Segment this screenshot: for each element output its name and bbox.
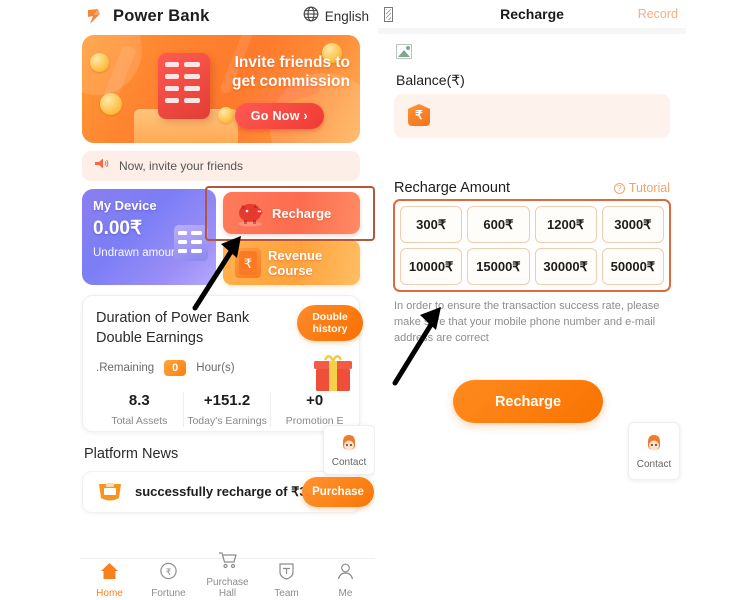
bottom-navigation: Home ₹ Fortune Purchase Hall Team Me bbox=[80, 552, 375, 600]
contact-floating-button[interactable]: Contact bbox=[323, 425, 375, 475]
question-circle-icon: ? bbox=[613, 182, 625, 194]
svg-text:₹: ₹ bbox=[244, 257, 252, 272]
recharge-tile[interactable]: Recharge bbox=[223, 192, 360, 234]
recharge-amount-options: 300₹ 600₹ 1200₹ 3000₹ 10000₹ 15000₹ 3000… bbox=[393, 199, 671, 292]
nav-item-me[interactable]: Me bbox=[318, 562, 374, 599]
nav-label: Home bbox=[96, 588, 123, 599]
double-history-button[interactable]: Double history bbox=[297, 305, 363, 341]
remaining-value-badge: 0 bbox=[164, 360, 187, 376]
power-bank-logo-icon bbox=[86, 7, 105, 26]
remaining-label: .Remaining bbox=[96, 362, 155, 374]
contact-floating-button[interactable]: Contact bbox=[628, 422, 680, 480]
banner-headline: Invite friends to get commission bbox=[190, 53, 350, 91]
tutorial-label: Tutorial bbox=[628, 181, 670, 195]
avatar-icon bbox=[338, 433, 360, 455]
double-earnings-title: Duration of Power Bank Double Earnings bbox=[96, 308, 296, 348]
recharge-header: Recharge Record bbox=[378, 0, 686, 28]
rupee-badge-icon: ₹ bbox=[408, 104, 430, 126]
header-divider bbox=[378, 28, 686, 34]
stat-total-assets: 8.3 Total Assets bbox=[96, 392, 184, 427]
platform-news-text: successfully recharge of ₹300 bbox=[135, 484, 322, 499]
home-icon bbox=[100, 562, 119, 585]
revenue-label-line2: Course bbox=[268, 262, 313, 278]
rupee-book-icon: ₹ bbox=[235, 247, 261, 278]
device-grid-icon bbox=[174, 225, 208, 261]
revenue-label-line1: Revenue bbox=[268, 247, 323, 263]
page-title: Power Bank bbox=[113, 6, 210, 25]
recharge-submit-button[interactable]: Recharge bbox=[453, 380, 603, 423]
svg-text:₹: ₹ bbox=[166, 568, 172, 578]
stat-label: Today's Earnings bbox=[187, 415, 267, 427]
balance-card: ₹ bbox=[394, 94, 670, 138]
amount-option[interactable]: 600₹ bbox=[467, 206, 530, 243]
nav-label: Team bbox=[274, 588, 299, 599]
person-icon bbox=[336, 562, 355, 585]
contact-label: Contact bbox=[636, 458, 672, 470]
double-history-line1: Double bbox=[312, 311, 348, 323]
amount-option[interactable]: 15000₹ bbox=[467, 248, 530, 285]
megaphone-icon bbox=[94, 157, 109, 175]
record-link[interactable]: Record bbox=[638, 7, 678, 21]
amount-option[interactable]: 10000₹ bbox=[400, 248, 463, 285]
double-earnings-card: Duration of Power Bank Double Earnings D… bbox=[82, 295, 363, 432]
nav-label: Me bbox=[338, 588, 353, 599]
double-title-line1: Duration of Power Bank bbox=[96, 310, 250, 326]
rupee-circle-icon: ₹ bbox=[159, 562, 178, 585]
banner-headline-line2: get commission bbox=[232, 73, 350, 90]
piggy-bank-icon bbox=[235, 199, 265, 227]
double-title-line2: Double Earnings bbox=[96, 330, 204, 346]
hours-label: Hour(s) bbox=[196, 362, 235, 374]
amount-option[interactable]: 3000₹ bbox=[601, 206, 664, 243]
recharge-amount-title: Recharge Amount bbox=[394, 180, 511, 196]
amount-option[interactable]: 30000₹ bbox=[534, 248, 597, 285]
language-label: English bbox=[324, 8, 369, 24]
screenshot-root: Power Bank English Invite friends to get… bbox=[0, 0, 740, 600]
stat-value: +151.2 bbox=[203, 392, 251, 409]
stats-row: 8.3 Total Assets +151.2 Today's Earnings… bbox=[96, 392, 358, 427]
contact-label: Contact bbox=[331, 456, 367, 468]
nav-item-purchase-hall[interactable]: Purchase Hall bbox=[200, 550, 256, 599]
go-now-button[interactable]: Go Now › bbox=[234, 103, 324, 129]
recharge-screen-panel: Recharge Record Balance(₹) ₹ Recharge Am… bbox=[378, 0, 686, 600]
nav-item-team[interactable]: Team bbox=[259, 562, 315, 599]
my-device-title: My Device bbox=[93, 198, 157, 213]
banner-headline-line1: Invite friends to bbox=[234, 54, 350, 71]
stat-todays-earnings: +151.2 Today's Earnings bbox=[184, 392, 272, 427]
nav-item-fortune[interactable]: ₹ Fortune bbox=[141, 562, 197, 599]
transaction-disclaimer: In order to ensure the transaction succe… bbox=[394, 300, 660, 344]
home-header: Power Bank English bbox=[80, 0, 375, 32]
double-history-line2: history bbox=[312, 323, 348, 335]
revenue-course-tile-label: Revenue Course bbox=[268, 248, 322, 278]
my-device-card[interactable]: My Device 0.00₹ Undrawn amount bbox=[82, 189, 216, 285]
stat-value: +0 bbox=[306, 392, 324, 409]
broken-image-icon bbox=[396, 44, 412, 59]
language-selector[interactable]: English bbox=[303, 6, 369, 27]
invite-friends-banner[interactable]: Invite friends to get commission Go Now … bbox=[82, 35, 360, 143]
quick-tiles: My Device 0.00₹ Undrawn amount Recharge … bbox=[82, 189, 360, 285]
amount-option[interactable]: 1200₹ bbox=[534, 206, 597, 243]
gift-box-icon bbox=[311, 352, 355, 394]
revenue-course-tile[interactable]: ₹ Revenue Course bbox=[223, 240, 360, 285]
globe-icon bbox=[303, 6, 319, 27]
nav-label: Purchase Hall bbox=[206, 577, 249, 599]
home-screen-panel: Power Bank English Invite friends to get… bbox=[80, 0, 375, 600]
balance-label: Balance(₹) bbox=[396, 72, 465, 88]
wallet-icon bbox=[97, 482, 123, 502]
avatar-icon bbox=[643, 433, 665, 455]
stat-promotion-earnings: +0 Promotion E bbox=[271, 392, 358, 427]
purchase-floating-button[interactable]: Purchase bbox=[302, 477, 374, 507]
tutorial-link[interactable]: ? Tutorial bbox=[613, 181, 670, 195]
amount-option[interactable]: 300₹ bbox=[400, 206, 463, 243]
brand: Power Bank bbox=[86, 7, 209, 26]
amount-option[interactable]: 50000₹ bbox=[601, 248, 664, 285]
invite-notice-text: Now, invite your friends bbox=[119, 159, 244, 173]
nav-label: Fortune bbox=[151, 588, 186, 599]
shield-t-icon bbox=[277, 562, 296, 585]
cart-icon bbox=[217, 550, 239, 574]
stat-value: 8.3 bbox=[128, 392, 150, 409]
recharge-tile-label: Recharge bbox=[272, 205, 332, 221]
stat-label: Total Assets bbox=[111, 415, 168, 427]
nav-item-home[interactable]: Home bbox=[82, 562, 138, 599]
invite-notice-bar[interactable]: Now, invite your friends bbox=[82, 151, 360, 181]
